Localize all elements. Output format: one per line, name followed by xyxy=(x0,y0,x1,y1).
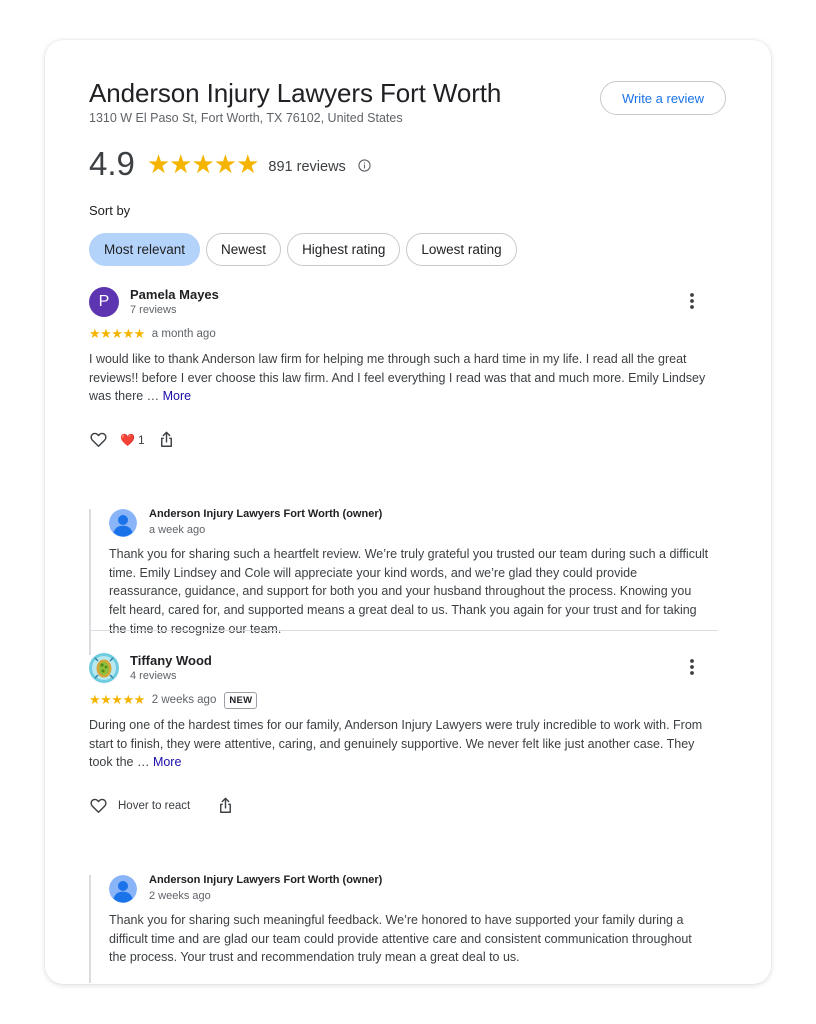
review-stars: ★★★★★ xyxy=(89,326,145,341)
sort-lowest-rating-chip[interactable]: Lowest rating xyxy=(406,233,517,266)
more-vert-icon[interactable] xyxy=(684,657,700,677)
divider xyxy=(89,630,718,631)
info-icon[interactable] xyxy=(358,158,371,172)
reviewer-name[interactable]: Pamela Mayes xyxy=(130,287,219,302)
more-vert-icon[interactable] xyxy=(684,291,700,311)
owner-reply-time: 2 weeks ago xyxy=(149,890,211,902)
avatar[interactable] xyxy=(89,653,119,683)
reaction-count[interactable]: ❤️ 1 xyxy=(120,433,145,447)
review-time: a month ago xyxy=(151,328,216,340)
review-actions: ❤️ 1 xyxy=(89,430,176,449)
write-review-button[interactable]: Write a review xyxy=(600,81,726,115)
sort-label: Sort by xyxy=(89,203,131,218)
heart-outline-icon[interactable] xyxy=(89,430,108,449)
owner-reply: Anderson Injury Lawyers Fort Worth (owne… xyxy=(89,874,709,983)
sort-chips: Most relevant Newest Highest rating Lowe… xyxy=(89,233,517,266)
red-heart-icon: ❤️ xyxy=(120,432,135,447)
owner-reply: Anderson Injury Lawyers Fort Worth (owne… xyxy=(89,508,709,655)
review-text: During one of the hardest times for our … xyxy=(89,716,721,772)
more-link[interactable]: More xyxy=(153,755,181,769)
review-count: 891 reviews xyxy=(268,159,346,175)
person-icon xyxy=(109,509,137,537)
review-time: 2 weeks ago xyxy=(151,694,217,706)
person-icon xyxy=(109,875,137,903)
sort-most-relevant-chip[interactable]: Most relevant xyxy=(89,233,201,266)
hover-to-react-label[interactable]: Hover to react xyxy=(118,800,190,812)
review-meta: ★★★★★ 2 weeks ago NEW xyxy=(89,691,258,709)
owner-name: Anderson Injury Lawyers Fort Worth (owne… xyxy=(149,508,383,520)
reviewer-review-count: 4 reviews xyxy=(130,670,177,682)
avatar[interactable]: P xyxy=(89,287,119,317)
more-link[interactable]: More xyxy=(163,389,191,403)
business-address: 1310 W El Paso St, Fort Worth, TX 76102,… xyxy=(89,111,403,125)
rating-stars: ★★★★★ xyxy=(146,148,260,179)
business-name: Anderson Injury Lawyers Fort Worth xyxy=(89,78,502,108)
reviewer-name[interactable]: Tiffany Wood xyxy=(130,653,212,668)
sort-highest-rating-chip[interactable]: Highest rating xyxy=(287,233,401,266)
review-item: Tiffany Wood 4 reviews ★★★★★ 2 weeks ago… xyxy=(89,653,729,983)
share-icon[interactable] xyxy=(216,796,235,815)
owner-reply-text: Thank you for sharing such a heartfelt r… xyxy=(109,547,709,636)
owner-name: Anderson Injury Lawyers Fort Worth (owne… xyxy=(149,874,383,886)
review-stars: ★★★★★ xyxy=(89,692,145,707)
rating-summary: 4.9 ★★★★★ 891 reviews xyxy=(89,144,371,184)
review-item: P Pamela Mayes 7 reviews ★★★★★ a month a… xyxy=(89,287,729,655)
share-icon[interactable] xyxy=(157,430,176,449)
sort-newest-chip[interactable]: Newest xyxy=(206,233,282,266)
review-text: I would like to thank Anderson law firm … xyxy=(89,350,721,406)
reviews-card: Anderson Injury Lawyers Fort Worth 1310 … xyxy=(45,40,771,984)
average-rating: 4.9 xyxy=(89,145,135,182)
owner-reply-text: Thank you for sharing such meaningful fe… xyxy=(109,913,692,965)
owner-reply-time: a week ago xyxy=(149,524,206,536)
reviewer-review-count: 7 reviews xyxy=(130,304,177,316)
new-badge: NEW xyxy=(224,691,258,709)
review-meta: ★★★★★ a month ago xyxy=(89,326,216,342)
reaction-count-value: 1 xyxy=(137,432,145,447)
review-actions: Hover to react xyxy=(89,796,235,815)
heart-outline-icon[interactable] xyxy=(89,796,108,815)
